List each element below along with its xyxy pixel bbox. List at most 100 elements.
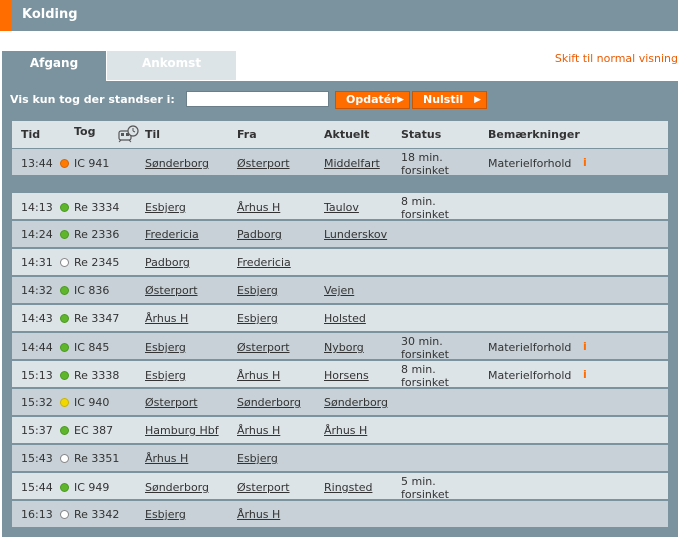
origin-link[interactable]: Padborg bbox=[237, 228, 282, 241]
origin-link[interactable]: Esbjerg bbox=[237, 312, 278, 325]
origin-link[interactable]: Århus H bbox=[237, 369, 280, 382]
tab-arrivals[interactable]: Ankomst bbox=[107, 51, 236, 80]
filter-label: Vis kun tog der standser i: bbox=[10, 93, 175, 106]
update-button-label: Opdatér bbox=[346, 93, 397, 106]
destination-link[interactable]: Århus H bbox=[145, 312, 188, 325]
origin-link[interactable]: Østerport bbox=[237, 341, 290, 354]
destination-link[interactable]: Esbjerg bbox=[145, 341, 186, 354]
train-number: Re 3342 bbox=[74, 508, 120, 521]
origin-link[interactable]: Østerport bbox=[237, 157, 290, 170]
status-dot-icon bbox=[60, 454, 69, 463]
origin-link[interactable]: Århus H bbox=[237, 424, 280, 437]
delay-status-suffix: forsinket bbox=[401, 208, 449, 221]
status-dot-icon bbox=[60, 426, 69, 435]
delay-status: 5 min. bbox=[401, 475, 436, 488]
destination-link[interactable]: Østerport bbox=[145, 396, 198, 409]
delay-status: 8 min. bbox=[401, 363, 436, 376]
train-row: 14:13 Re 3334 Esbjerg Århus H Taulov 8 min. fo… bbox=[12, 193, 668, 221]
current-location-link[interactable]: Horsens bbox=[324, 369, 369, 382]
train-number: IC 941 bbox=[74, 157, 110, 170]
current-location-link[interactable]: Holsted bbox=[324, 312, 366, 325]
delay-status: 8 min. bbox=[401, 195, 436, 208]
departure-time: 15:32 bbox=[21, 396, 53, 409]
destination-link[interactable]: Esbjerg bbox=[145, 369, 186, 382]
col-current: Aktuelt bbox=[324, 128, 370, 141]
current-location-link[interactable]: Sønderborg bbox=[324, 396, 388, 409]
destination-link[interactable]: Padborg bbox=[145, 256, 190, 269]
remark-text: Materielforhold bbox=[488, 157, 572, 170]
train-row: 15:43 Re 3351 Århus H Esbjerg bbox=[12, 445, 668, 471]
destination-link[interactable]: Esbjerg bbox=[145, 201, 186, 214]
header-bar: Kolding bbox=[0, 0, 678, 31]
update-button[interactable]: Opdatér ▶ bbox=[335, 91, 410, 109]
status-dot-icon bbox=[60, 343, 69, 352]
train-row: 14:43 Re 3347 Århus H Esbjerg Holsted bbox=[12, 305, 668, 331]
info-icon[interactable]: i bbox=[583, 156, 587, 169]
departure-time: 15:37 bbox=[21, 424, 53, 437]
status-dot-icon bbox=[60, 230, 69, 239]
departure-time: 14:32 bbox=[21, 284, 53, 297]
destination-link[interactable]: Fredericia bbox=[145, 228, 199, 241]
train-number: IC 845 bbox=[74, 341, 110, 354]
current-location-link[interactable]: Vejen bbox=[324, 284, 354, 297]
departure-time: 15:13 bbox=[21, 369, 53, 382]
col-train: Tog bbox=[74, 125, 96, 138]
train-number: Re 3351 bbox=[74, 452, 120, 465]
origin-link[interactable]: Østerport bbox=[237, 481, 290, 494]
origin-link[interactable]: Esbjerg bbox=[237, 284, 278, 297]
tab-departures[interactable]: Afgang bbox=[2, 51, 106, 81]
train-number: IC 949 bbox=[74, 481, 110, 494]
origin-link[interactable]: Århus H bbox=[237, 201, 280, 214]
departure-time: 13:44 bbox=[21, 157, 53, 170]
info-icon[interactable]: i bbox=[583, 368, 587, 381]
switch-view-link[interactable]: Skift til normal visning bbox=[555, 52, 678, 65]
status-dot-icon bbox=[60, 203, 69, 212]
status-dot-icon bbox=[60, 483, 69, 492]
info-icon[interactable]: i bbox=[583, 340, 587, 353]
table-header: Tid Tog Til Fra Aktuelt Status Bemærknin… bbox=[12, 121, 668, 148]
col-status: Status bbox=[401, 128, 442, 141]
remark-text: Materielforhold bbox=[488, 369, 572, 382]
train-row: 15:37 EC 387 Hamburg Hbf Århus H Århus H bbox=[12, 417, 668, 443]
origin-link[interactable]: Sønderborg bbox=[237, 396, 301, 409]
current-location-link[interactable]: Nyborg bbox=[324, 341, 364, 354]
delay-status: 30 min. bbox=[401, 335, 443, 348]
destination-link[interactable]: Hamburg Hbf bbox=[145, 424, 219, 437]
train-row: 14:32 IC 836 Østerport Esbjerg Vejen bbox=[12, 277, 668, 303]
destination-link[interactable]: Sønderborg bbox=[145, 481, 209, 494]
header-accent bbox=[0, 0, 11, 31]
train-number: Re 2345 bbox=[74, 256, 120, 269]
departure-time: 14:44 bbox=[21, 341, 53, 354]
chevron-right-icon: ▶ bbox=[474, 95, 481, 105]
station-filter-input[interactable] bbox=[186, 91, 329, 107]
departure-time: 16:13 bbox=[21, 508, 53, 521]
origin-link[interactable]: Århus H bbox=[237, 508, 280, 521]
train-number: EC 387 bbox=[74, 424, 114, 437]
origin-link[interactable]: Fredericia bbox=[237, 256, 291, 269]
current-location-link[interactable]: Lunderskov bbox=[324, 228, 387, 241]
reset-button[interactable]: Nulstil ▶ bbox=[412, 91, 487, 109]
current-location-link[interactable]: Ringsted bbox=[324, 481, 372, 494]
delay-status-suffix: forsinket bbox=[401, 348, 449, 361]
status-dot-icon bbox=[60, 398, 69, 407]
station-title: Kolding bbox=[22, 7, 78, 22]
reset-button-label: Nulstil bbox=[423, 93, 464, 106]
destination-link[interactable]: Østerport bbox=[145, 284, 198, 297]
train-number: Re 3338 bbox=[74, 369, 120, 382]
departure-time: 14:13 bbox=[21, 201, 53, 214]
destination-link[interactable]: Esbjerg bbox=[145, 508, 186, 521]
status-dot-icon bbox=[60, 159, 69, 168]
origin-link[interactable]: Esbjerg bbox=[237, 452, 278, 465]
current-location-link[interactable]: Århus H bbox=[324, 424, 367, 437]
train-number: Re 2336 bbox=[74, 228, 120, 241]
current-location-link[interactable]: Taulov bbox=[324, 201, 359, 214]
departure-time: 14:31 bbox=[21, 256, 53, 269]
destination-link[interactable]: Sønderborg bbox=[145, 157, 209, 170]
current-location-link[interactable]: Middelfart bbox=[324, 157, 380, 170]
col-from: Fra bbox=[237, 128, 257, 141]
train-row: 15:32 IC 940 Østerport Sønderborg Sønderborg bbox=[12, 389, 668, 415]
train-number: Re 3347 bbox=[74, 312, 120, 325]
status-dot-icon bbox=[60, 371, 69, 380]
train-row: 15:13 Re 3338 Esbjerg Århus H Horsens 8 min. f… bbox=[12, 361, 668, 389]
destination-link[interactable]: Århus H bbox=[145, 452, 188, 465]
